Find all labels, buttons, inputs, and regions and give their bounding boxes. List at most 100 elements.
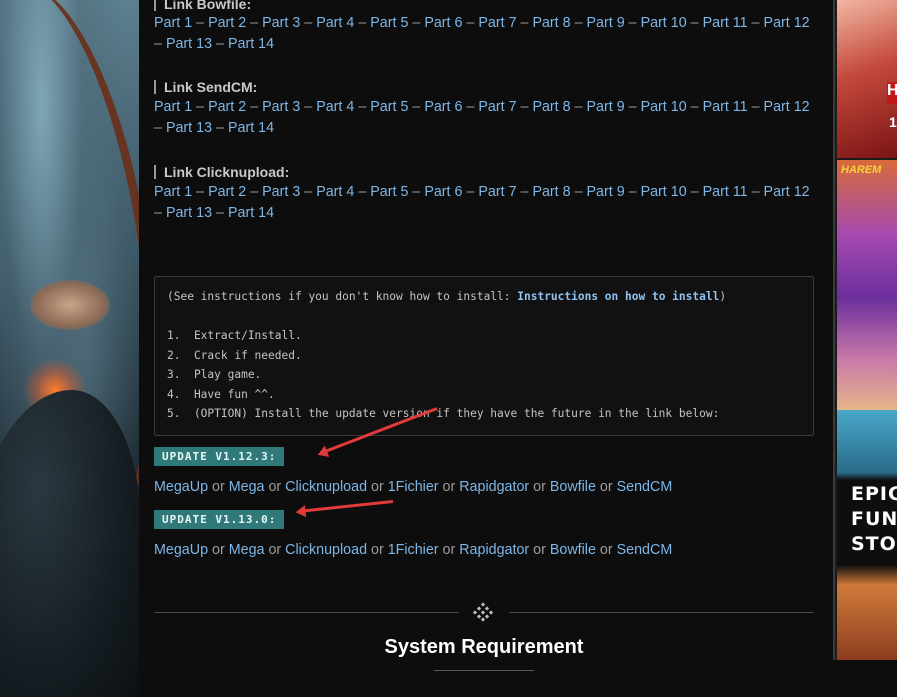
part-link[interactable]: Part 3: [262, 184, 300, 200]
part-link[interactable]: Part 12: [764, 99, 810, 115]
part-link[interactable]: Part 13: [166, 36, 212, 52]
mirror-link[interactable]: 1Fichier: [388, 479, 439, 495]
instructions-intro: (See instructions if you don't know how …: [167, 290, 727, 303]
part-link[interactable]: Part 8: [532, 184, 570, 200]
part-link[interactable]: Part 14: [228, 120, 274, 136]
part-link[interactable]: Part 7: [478, 184, 516, 200]
mirror-link[interactable]: Rapidgator: [459, 542, 529, 558]
instructions-link[interactable]: Instructions on how to install: [517, 290, 719, 303]
part-link[interactable]: Part 13: [166, 120, 212, 136]
part-separator: –: [624, 99, 641, 115]
part-link[interactable]: Part 6: [424, 15, 462, 31]
mirror-link[interactable]: Bowfile: [550, 542, 596, 558]
part-separator: –: [212, 36, 228, 52]
part-link[interactable]: Part 5: [370, 184, 408, 200]
section-label-clicknupload: Link Clicknupload:: [154, 165, 289, 179]
diamond-dots-icon: [472, 602, 494, 622]
part-link[interactable]: Part 2: [208, 184, 246, 200]
part-link[interactable]: Part 4: [316, 184, 354, 200]
part-separator: –: [462, 99, 479, 115]
mirror-link[interactable]: Clicknupload: [285, 479, 367, 495]
part-link[interactable]: Part 1: [154, 15, 192, 31]
part-link[interactable]: Part 14: [228, 36, 274, 52]
part-link[interactable]: Part 7: [478, 99, 516, 115]
or-separator: or: [529, 479, 550, 495]
part-link[interactable]: Part 3: [262, 99, 300, 115]
mirror-link[interactable]: SendCM: [617, 542, 673, 558]
part-link[interactable]: Part 9: [587, 99, 625, 115]
instruction-step: 2. Crack if needed.: [167, 349, 302, 362]
mirror-link[interactable]: Mega: [229, 542, 265, 558]
part-separator: –: [570, 184, 587, 200]
background-artwork: [0, 0, 139, 697]
part-separator: –: [154, 120, 166, 136]
part-link[interactable]: Part 11: [703, 184, 748, 200]
mirror-link[interactable]: Bowfile: [550, 479, 596, 495]
or-separator: or: [208, 479, 229, 495]
part-separator: –: [212, 120, 228, 136]
part-link[interactable]: Part 6: [424, 184, 462, 200]
part-link[interactable]: Part 10: [641, 15, 687, 31]
mirror-link[interactable]: Rapidgator: [459, 479, 529, 495]
or-separator: or: [367, 479, 388, 495]
section-label-bowfile: Link Bowfile:: [154, 0, 251, 11]
part-link[interactable]: Part 9: [587, 184, 625, 200]
part-link[interactable]: Part 11: [703, 99, 748, 115]
part-link[interactable]: Part 4: [316, 99, 354, 115]
ad-banner-3[interactable]: EPIC FUNN STOR: [837, 410, 897, 660]
ad-banner-1[interactable]: H 10: [837, 0, 897, 158]
part-link[interactable]: Part 6: [424, 99, 462, 115]
part-link[interactable]: Part 5: [370, 99, 408, 115]
divider-right: [509, 612, 814, 613]
part-link[interactable]: Part 1: [154, 99, 192, 115]
part-link[interactable]: Part 2: [208, 15, 246, 31]
part-separator: –: [408, 15, 425, 31]
part-link[interactable]: Part 2: [208, 99, 246, 115]
or-separator: or: [438, 479, 460, 495]
part-link[interactable]: Part 11: [703, 15, 748, 31]
mirror-link[interactable]: Mega: [229, 479, 265, 495]
part-link[interactable]: Part 13: [166, 205, 212, 221]
update-label-1: UPDATE V1.12.3:: [154, 447, 285, 466]
mirror-link[interactable]: SendCM: [617, 479, 673, 495]
part-link[interactable]: Part 12: [764, 15, 810, 31]
system-requirement-heading: System Requirement: [384, 636, 584, 658]
part-separator: –: [516, 99, 533, 115]
part-link[interactable]: Part 10: [641, 184, 687, 200]
part-link[interactable]: Part 8: [532, 99, 570, 115]
heading-underline: [434, 670, 534, 671]
part-separator: –: [300, 184, 317, 200]
instruction-step: 5. (OPTION) Install the update version i…: [167, 407, 720, 420]
part-separator: –: [354, 99, 371, 115]
part-link[interactable]: Part 4: [316, 15, 354, 31]
part-separator: –: [516, 15, 533, 31]
part-separator: –: [462, 15, 479, 31]
part-link[interactable]: Part 5: [370, 15, 408, 31]
part-link[interactable]: Part 8: [532, 15, 570, 31]
part-separator: –: [570, 99, 587, 115]
part-link[interactable]: Part 14: [228, 205, 274, 221]
part-separator: –: [686, 15, 703, 31]
part-separator: –: [246, 184, 263, 200]
part-link[interactable]: Part 1: [154, 184, 192, 200]
install-instructions-box: (See instructions if you don't know how …: [154, 276, 814, 436]
part-separator: –: [354, 184, 371, 200]
mirror-link[interactable]: MegaUp: [154, 542, 208, 558]
mirror-link[interactable]: Clicknupload: [285, 542, 367, 558]
ad-text-line: EPIC: [851, 483, 897, 505]
ad-badge: H: [887, 82, 897, 104]
or-separator: or: [264, 542, 286, 558]
ad-banner-2[interactable]: HAREM: [837, 160, 897, 410]
part-separator: –: [686, 99, 703, 115]
mirror-link[interactable]: 1Fichier: [388, 542, 439, 558]
part-link[interactable]: Part 9: [587, 15, 625, 31]
or-separator: or: [595, 479, 617, 495]
part-link[interactable]: Part 7: [478, 15, 516, 31]
part-separator: –: [747, 184, 764, 200]
part-link[interactable]: Part 3: [262, 15, 300, 31]
part-link[interactable]: Part 12: [764, 184, 810, 200]
part-separator: –: [686, 184, 703, 200]
part-link[interactable]: Part 10: [641, 99, 687, 115]
section-label-sendcm: Link SendCM:: [154, 80, 257, 94]
mirror-link[interactable]: MegaUp: [154, 479, 208, 495]
